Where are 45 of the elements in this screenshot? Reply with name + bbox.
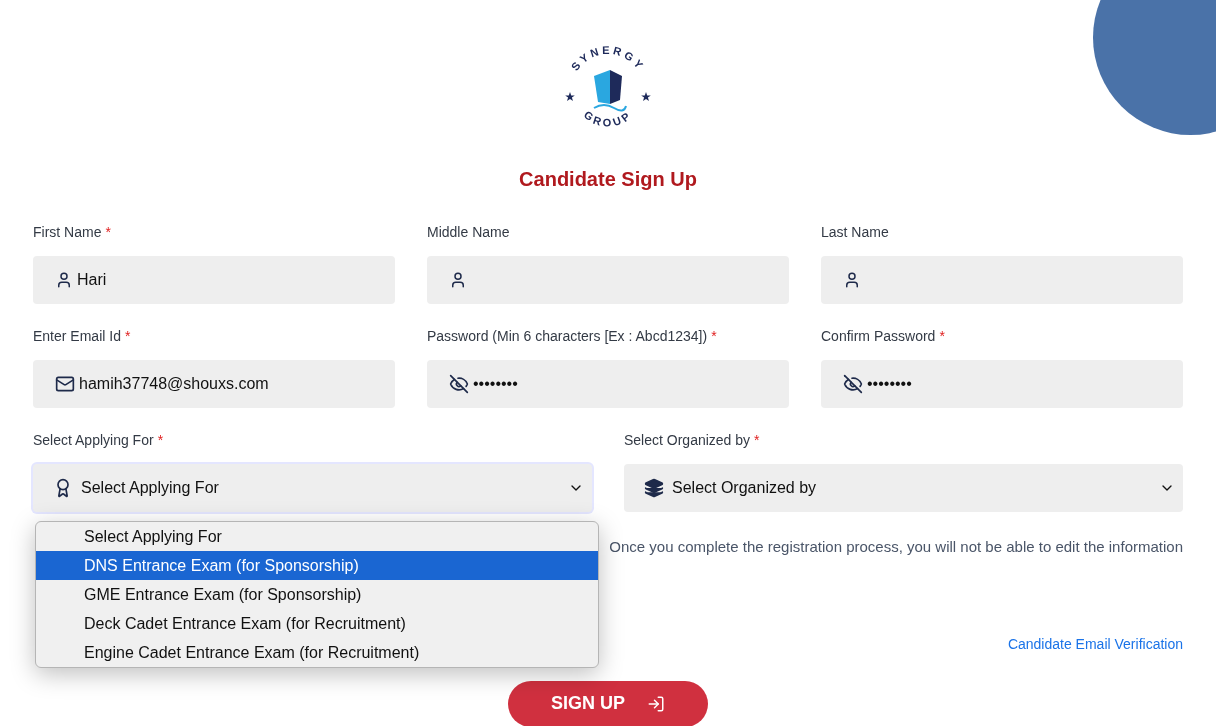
field-label: Middle Name bbox=[427, 222, 510, 242]
email-verification-link[interactable]: Candidate Email Verification bbox=[1007, 633, 1183, 655]
required-asterisk: * bbox=[124, 326, 131, 346]
field-label: Last Name bbox=[821, 222, 889, 242]
input-field[interactable] bbox=[821, 256, 1183, 304]
mail-icon bbox=[55, 374, 75, 394]
select-dropdown[interactable]: Select Applying For bbox=[33, 464, 592, 512]
required-asterisk: * bbox=[754, 430, 760, 450]
input-field[interactable]: hamih37748@shouxs.com bbox=[33, 360, 395, 408]
eye-off-icon[interactable] bbox=[449, 374, 469, 394]
select-value: Select Applying For bbox=[81, 478, 220, 498]
required-asterisk: * bbox=[105, 222, 111, 242]
required-asterisk: * bbox=[157, 430, 164, 450]
eye-off-icon[interactable] bbox=[843, 374, 863, 394]
field-value: •••••••• bbox=[473, 374, 518, 394]
dropdown-option[interactable]: Deck Cadet Entrance Exam (for Recruitment) bbox=[36, 609, 598, 638]
field-label: Select Organized by bbox=[624, 430, 751, 450]
user-icon bbox=[449, 271, 467, 289]
select-dropdown[interactable]: Select Organized by bbox=[624, 464, 1183, 512]
input-field[interactable] bbox=[427, 256, 789, 304]
dropdown-option[interactable]: Select Applying For bbox=[36, 522, 598, 551]
dropdown-option[interactable]: GME Entrance Exam (for Sponsorship) bbox=[36, 580, 598, 609]
user-icon bbox=[843, 271, 861, 289]
field-value: •••••••• bbox=[867, 374, 912, 394]
login-icon bbox=[647, 694, 665, 713]
required-asterisk: * bbox=[711, 326, 717, 346]
dropdown-option[interactable]: DNS Entrance Exam (for Sponsorship) bbox=[36, 551, 598, 580]
input-field[interactable]: Hari bbox=[33, 256, 395, 304]
sign-up-button[interactable]: SIGN UP bbox=[508, 680, 708, 726]
field-label: Enter Email Id bbox=[33, 326, 121, 346]
page-title: Candidate Sign Up bbox=[519, 167, 697, 192]
field-label: Password (Min 6 characters [Ex : Abcd1234]) bbox=[427, 326, 708, 346]
user-icon bbox=[55, 271, 73, 289]
notice-text: Once you complete the registration process, you will not be able to edit the information bbox=[609, 537, 1183, 557]
required-asterisk: * bbox=[939, 326, 945, 346]
input-field[interactable]: •••••••• bbox=[821, 360, 1183, 408]
dropdown-option[interactable]: Engine Cadet Entrance Exam (for Recruitment) bbox=[36, 638, 598, 667]
layers-icon bbox=[644, 478, 664, 498]
field-label: First Name bbox=[33, 222, 102, 242]
field-value: hamih37748@shouxs.com bbox=[79, 374, 269, 394]
field-label: Confirm Password bbox=[821, 326, 936, 346]
field-label: Select Applying For bbox=[33, 430, 154, 450]
select-value: Select Organized by bbox=[672, 478, 818, 498]
field-value: Hari bbox=[77, 270, 107, 290]
input-field[interactable]: •••••••• bbox=[427, 360, 789, 408]
